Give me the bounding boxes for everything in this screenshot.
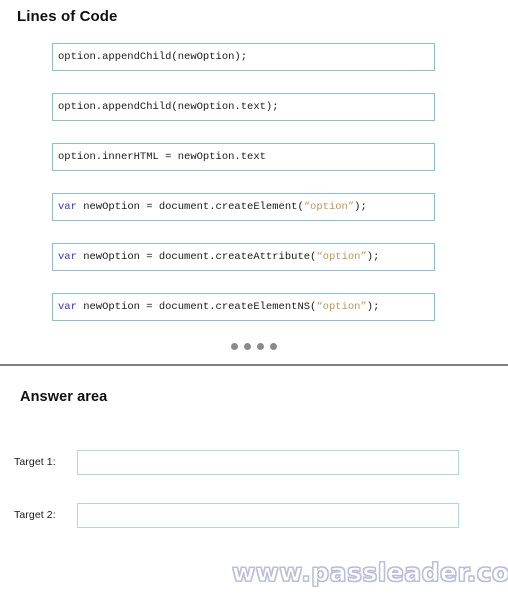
code-option-1[interactable]: option.appendChild(newOption);	[52, 43, 435, 71]
separator-dot	[257, 343, 264, 350]
target-label-1: Target 1:	[14, 456, 56, 468]
target-label-2: Target 2:	[14, 509, 56, 521]
code-token-keyword: var	[58, 200, 77, 213]
code-options-list: option.appendChild(newOption); option.app…	[52, 43, 435, 343]
code-token-plain: newOption = document.createElement(	[76, 200, 304, 213]
separator-dot	[270, 343, 277, 350]
code-token-plain: newOption = document.createAttribute(	[76, 250, 317, 263]
code-token-plain: option.appendChild(newOption);	[58, 50, 248, 63]
dots-separator	[0, 343, 508, 350]
answer-area-title: Answer area	[20, 389, 108, 405]
separator-dot	[244, 343, 251, 350]
target-dropzone-2[interactable]	[77, 503, 459, 528]
code-option-4[interactable]: var newOption = document.createElement(“…	[52, 193, 435, 221]
page-title: Lines of Code	[17, 8, 118, 25]
target-dropzone-1[interactable]	[77, 450, 459, 475]
code-option-6[interactable]: var newOption = document.createElementNS…	[52, 293, 435, 321]
code-token-string: “option”	[316, 250, 367, 263]
code-token-plain: option.innerHTML = newOption.text	[58, 150, 266, 163]
code-token-string: “option”	[303, 200, 355, 213]
code-token-plain: );	[366, 300, 380, 313]
code-token-plain: option.appendChild(newOption.text);	[58, 100, 279, 113]
code-token-plain: );	[366, 250, 380, 263]
code-token-keyword: var	[58, 250, 77, 263]
watermark: www.passleader.com	[231, 558, 508, 588]
answer-targets-list: Target 1: Target 2:	[0, 450, 508, 556]
code-token-keyword: var	[58, 300, 77, 313]
code-option-2[interactable]: option.appendChild(newOption.text);	[52, 93, 435, 121]
code-option-3[interactable]: option.innerHTML = newOption.text	[52, 143, 435, 171]
code-token-plain: );	[354, 200, 367, 213]
section-divider	[0, 364, 508, 366]
separator-dot	[231, 343, 238, 350]
target-row: Target 1:	[0, 450, 508, 503]
code-token-plain: newOption = document.createElementNS(	[76, 300, 317, 313]
target-row: Target 2:	[0, 503, 508, 556]
code-option-5[interactable]: var newOption = document.createAttribute…	[52, 243, 435, 271]
code-token-string: “option”	[316, 300, 367, 313]
